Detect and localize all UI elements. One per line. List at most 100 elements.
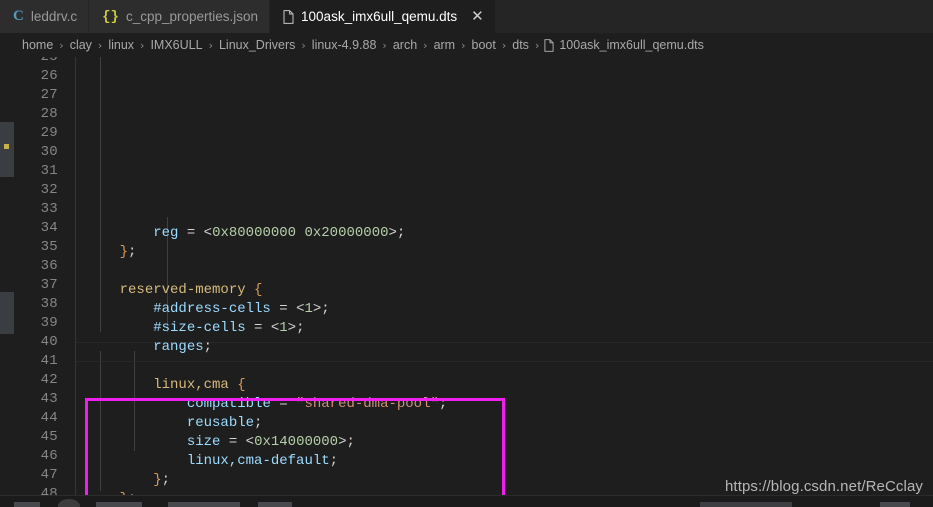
code-token: reusable — [186, 415, 255, 431]
code-editor[interactable]: 25 26 27 28 29 30 31 32 33 34 35 36 37 38 39 40 41 42 43 44… — [0, 57, 933, 507]
panel-text-fragment — [14, 502, 40, 507]
code-line[interactable]: reg = <0x80000000 0x20000000>; — [86, 224, 933, 243]
breadcrumb-item-arm[interactable]: arm — [433, 38, 457, 52]
line-number: 39 — [40, 315, 58, 331]
dts-file-icon — [283, 9, 294, 24]
code-token: ; — [161, 472, 171, 488]
vscode-window: C leddrv.c {} c_cpp_properties.json 100a… — [0, 0, 933, 507]
code-token: = — [270, 396, 297, 412]
code-token: < — [245, 434, 255, 450]
line-number: 38 — [40, 296, 58, 312]
code-token: #size-cells — [153, 320, 246, 336]
code-token: { — [237, 377, 246, 393]
chevron-right-icon: › — [301, 38, 306, 52]
panel-text-fragment — [258, 502, 292, 507]
overview-ruler[interactable] — [0, 57, 14, 507]
breadcrumb: home › clay › linux › IMX6ULL › Linux_Dr… — [0, 33, 933, 57]
code-token: 0x14000000 — [254, 434, 339, 450]
line-number: 34 — [40, 220, 58, 236]
breadcrumb-file-label: 100ask_imx6ull_qemu.dts — [559, 38, 704, 52]
line-number: 45 — [40, 429, 58, 445]
line-number: 26 — [40, 68, 58, 84]
line-number: 36 — [40, 258, 58, 274]
breadcrumb-item-home[interactable]: home — [21, 38, 54, 52]
line-number: 43 — [40, 391, 58, 407]
breadcrumb-item-boot[interactable]: boot — [471, 38, 497, 52]
breadcrumb-item-linux-drivers[interactable]: Linux_Drivers — [218, 38, 296, 52]
code-token: >; — [338, 434, 355, 450]
code-line[interactable]: }; — [86, 243, 933, 262]
close-icon[interactable]: ✕ — [471, 9, 484, 24]
code-token: ; — [203, 339, 213, 355]
json-file-icon: {} — [102, 8, 119, 25]
code-token: = — [270, 301, 297, 317]
code-line[interactable] — [86, 262, 933, 281]
breadcrumb-item-linux-4988[interactable]: linux-4.9.88 — [311, 38, 378, 52]
code-token: ; — [128, 244, 137, 260]
line-number: 44 — [40, 410, 58, 426]
code-lines: reg = <0x80000000 0x20000000>; }; reserv… — [86, 224, 933, 507]
breadcrumb-item-imx6ull[interactable]: IMX6ULL — [149, 38, 203, 52]
panel-text-fragment — [700, 502, 792, 507]
code-token: = — [178, 225, 204, 241]
code-token: "shared-dma-pool" — [296, 396, 439, 412]
tab-label: c_cpp_properties.json — [125, 8, 259, 24]
line-number: 41 — [40, 353, 58, 369]
ruler-mark — [0, 292, 14, 334]
panel-text-fragment — [96, 502, 142, 507]
code-line[interactable]: linux,cma-default; — [86, 452, 933, 471]
chevron-right-icon: › — [59, 38, 64, 52]
code-content[interactable]: reg = <0x80000000 0x20000000>; }; reserv… — [76, 57, 933, 507]
breadcrumb-item-dts[interactable]: dts — [511, 38, 530, 52]
breadcrumb-item-clay[interactable]: clay — [69, 38, 93, 52]
code-line[interactable]: reusable; — [86, 414, 933, 433]
editor-tab-bar: C leddrv.c {} c_cpp_properties.json 100a… — [0, 0, 933, 33]
tab-label: 100ask_imx6ull_qemu.dts — [301, 8, 458, 24]
code-token: = — [245, 320, 271, 336]
line-number: 28 — [40, 106, 58, 122]
chevron-right-icon: › — [208, 38, 213, 52]
code-line[interactable]: linux,cma { — [86, 376, 933, 395]
code-token: ; — [254, 415, 263, 431]
line-number: 30 — [40, 144, 58, 160]
breadcrumb-item-linux[interactable]: linux — [107, 38, 135, 52]
tab-leddrv-c[interactable]: C leddrv.c — [0, 0, 90, 33]
code-line[interactable]: #address-cells = <1>; — [86, 300, 933, 319]
code-token: = — [220, 434, 246, 450]
code-line[interactable]: reserved-memory { — [86, 281, 933, 300]
c-file-icon: C — [13, 8, 24, 24]
code-line[interactable]: ranges; — [86, 338, 933, 357]
breadcrumb-item-arch[interactable]: arch — [392, 38, 418, 52]
chevron-right-icon: › — [423, 38, 428, 52]
line-number: 27 — [40, 87, 58, 103]
chevron-right-icon: › — [534, 38, 540, 52]
code-line[interactable] — [86, 357, 933, 376]
breadcrumb-item-file[interactable]: 100ask_imx6ull_qemu.dts — [544, 38, 704, 52]
code-line[interactable]: size = <0x14000000>; — [86, 433, 933, 452]
chevron-right-icon: › — [461, 38, 466, 52]
code-token: < — [270, 320, 280, 336]
code-token: } — [153, 472, 162, 488]
tab-c-cpp-properties-json[interactable]: {} c_cpp_properties.json — [89, 0, 271, 33]
code-token: reg — [153, 225, 179, 241]
code-token: ranges — [153, 339, 204, 355]
code-line[interactable]: compatible = "shared-dma-pool"; — [86, 395, 933, 414]
code-token: compatible — [186, 396, 271, 412]
watermark: https://blog.csdn.net/ReCclay — [724, 478, 923, 495]
code-token: linux,cma-default — [186, 453, 330, 469]
line-number: 47 — [40, 467, 58, 483]
code-token: >; — [287, 320, 305, 336]
ruler-change-marker — [4, 144, 9, 149]
chevron-right-icon: › — [501, 38, 507, 52]
chevron-right-icon: › — [382, 38, 387, 52]
tab-100ask-imx6ull-qemu-dts[interactable]: 100ask_imx6ull_qemu.dts ✕ — [270, 0, 496, 33]
code-line[interactable]: #size-cells = <1>; — [86, 319, 933, 338]
code-token: ; — [329, 453, 339, 469]
code-token: linux,cma — [153, 377, 238, 393]
